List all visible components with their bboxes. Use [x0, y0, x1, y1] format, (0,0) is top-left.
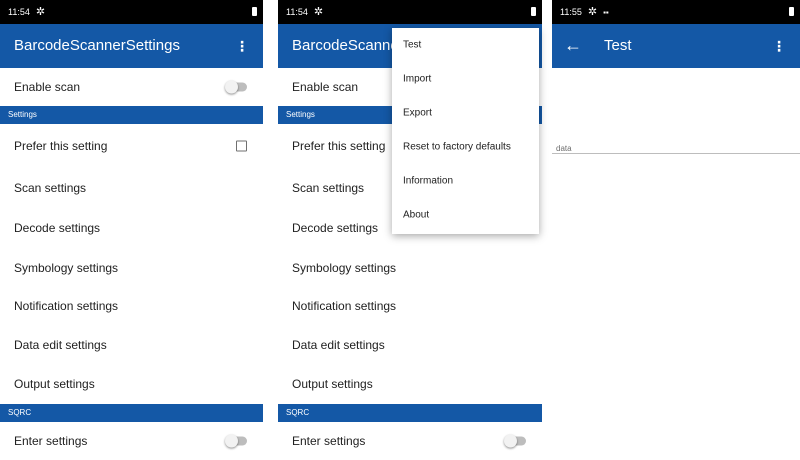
- app-bar: BarcodeScannerSettings ⋮: [0, 24, 263, 68]
- more-vert-icon[interactable]: ⋮: [772, 38, 786, 54]
- settings-screen: 11:54 ✲ BarcodeScannerSettings ⋮ Enable …: [0, 0, 263, 460]
- switch-knob: [225, 434, 238, 448]
- menu-item-label: Import: [403, 73, 432, 85]
- menu-item-reset[interactable]: Reset to factory defaults: [392, 130, 539, 164]
- enter-settings-row[interactable]: Enter settings: [278, 422, 542, 460]
- notification-settings-item[interactable]: Notification settings: [0, 286, 263, 326]
- enter-settings-switch[interactable]: [225, 434, 247, 448]
- enter-settings-switch[interactable]: [504, 434, 526, 448]
- decode-settings-label: Decode settings: [14, 221, 101, 235]
- data-edit-settings-label: Data edit settings: [14, 338, 107, 352]
- section-label: Settings: [8, 110, 37, 119]
- settings-gear-icon: ✲: [313, 5, 324, 18]
- output-settings-item[interactable]: Output settings: [278, 364, 542, 404]
- enter-settings-label: Enter settings: [14, 434, 88, 448]
- section-header-sqrc: SQRC: [0, 404, 263, 422]
- more-vert-icon[interactable]: ⋮: [235, 38, 249, 54]
- menu-item-label: Information: [403, 175, 454, 187]
- battery-icon: [531, 7, 536, 16]
- data-field[interactable]: data: [552, 140, 800, 154]
- enter-settings-label: Enter settings: [292, 434, 366, 448]
- back-arrow-icon[interactable]: ←: [564, 35, 582, 56]
- battery-icon: [252, 7, 257, 16]
- enter-settings-row[interactable]: Enter settings: [0, 422, 263, 460]
- status-time: 11:55: [560, 7, 582, 17]
- test-screen: 11:55 ✲ ▪▪ ← Test ⋮ data: [552, 0, 800, 460]
- app-title: Test: [604, 37, 632, 54]
- scan-settings-label: Scan settings: [14, 181, 87, 195]
- symbology-settings-label: Symbology settings: [292, 261, 397, 275]
- switch-knob: [225, 80, 238, 94]
- enable-scan-label: Enable scan: [14, 80, 81, 94]
- menu-item-test[interactable]: Test: [392, 28, 539, 62]
- section-header-settings: Settings: [0, 106, 263, 124]
- prefer-setting-label: Prefer this setting: [14, 139, 108, 153]
- output-settings-item[interactable]: Output settings: [0, 364, 263, 404]
- data-field-label: data: [556, 144, 572, 153]
- symbology-settings-item[interactable]: Symbology settings: [0, 248, 263, 288]
- overflow-menu: Test Import Export Reset to factory defa…: [392, 28, 539, 234]
- settings-gear-icon: ✲: [35, 5, 46, 18]
- menu-item-import[interactable]: Import: [392, 62, 539, 96]
- notification-settings-item[interactable]: Notification settings: [278, 286, 542, 326]
- prefer-setting-row[interactable]: Prefer this setting: [0, 124, 263, 168]
- status-time: 11:54: [8, 7, 30, 17]
- notification-settings-label: Notification settings: [14, 299, 119, 313]
- prefer-setting-checkbox[interactable]: [236, 140, 247, 152]
- app-title: BarcodeScannerSettings: [14, 37, 180, 54]
- menu-item-label: Reset to factory defaults: [403, 141, 511, 153]
- app-bar: ← Test ⋮: [552, 24, 800, 68]
- menu-item-label: Export: [403, 107, 432, 119]
- enable-scan-row[interactable]: Enable scan: [0, 68, 263, 106]
- decode-settings-item[interactable]: Decode settings: [0, 208, 263, 248]
- data-edit-settings-label: Data edit settings: [292, 338, 385, 352]
- notification-settings-label: Notification settings: [292, 299, 397, 313]
- status-bar: 11:55 ✲ ▪▪: [552, 0, 800, 24]
- data-edit-settings-item[interactable]: Data edit settings: [0, 325, 263, 365]
- output-settings-label: Output settings: [14, 377, 95, 391]
- scan-settings-label: Scan settings: [292, 181, 365, 195]
- menu-item-export[interactable]: Export: [392, 96, 539, 130]
- menu-item-label: Test: [403, 39, 422, 51]
- menu-item-label: About: [403, 209, 430, 221]
- section-header-sqrc: SQRC: [278, 404, 542, 422]
- decode-settings-label: Decode settings: [292, 221, 379, 235]
- prefer-setting-label: Prefer this setting: [292, 139, 386, 153]
- section-label: Settings: [286, 110, 315, 119]
- section-label: SQRC: [286, 408, 310, 417]
- status-bar: 11:54 ✲: [0, 0, 263, 24]
- scan-settings-item[interactable]: Scan settings: [0, 168, 263, 208]
- enable-scan-label: Enable scan: [292, 80, 359, 94]
- status-bar: 11:54 ✲: [278, 0, 542, 24]
- status-time: 11:54: [286, 7, 308, 17]
- enable-scan-switch[interactable]: [225, 80, 247, 94]
- notification-icon: ▪▪: [603, 7, 609, 17]
- settings-gear-icon: ✲: [587, 5, 598, 18]
- switch-knob: [504, 434, 517, 448]
- symbology-settings-item[interactable]: Symbology settings: [278, 248, 542, 288]
- symbology-settings-label: Symbology settings: [14, 261, 119, 275]
- output-settings-label: Output settings: [292, 377, 373, 391]
- menu-item-information[interactable]: Information: [392, 164, 539, 198]
- battery-icon: [789, 7, 794, 16]
- section-label: SQRC: [8, 408, 32, 417]
- app-title: BarcodeScanne: [292, 37, 399, 54]
- menu-item-about[interactable]: About: [392, 198, 539, 232]
- data-edit-settings-item[interactable]: Data edit settings: [278, 325, 542, 365]
